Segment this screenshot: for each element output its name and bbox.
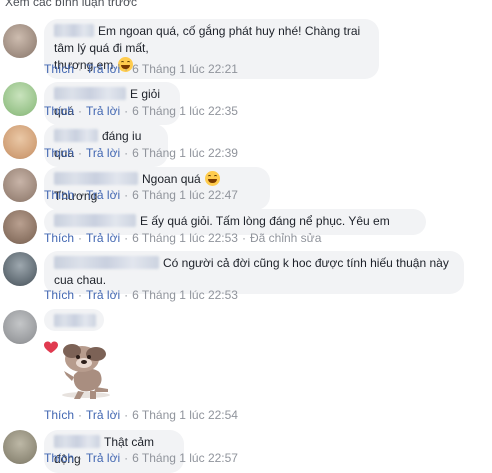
puppy-sticker[interactable] xyxy=(44,337,124,407)
like-button[interactable]: Thích xyxy=(44,188,74,202)
timestamp[interactable]: 6 Tháng 1 lúc 22:57 xyxy=(132,451,238,465)
timestamp[interactable]: 6 Tháng 1 lúc 22:35 xyxy=(132,104,238,118)
commenter-name[interactable] xyxy=(54,87,126,100)
reply-button[interactable]: Trả lời xyxy=(86,231,120,245)
comment-text-line2: cua chau. xyxy=(54,273,107,287)
comment-actions: Thích · Trả lời · 6 Tháng 1 lúc 22:21 xyxy=(44,62,238,76)
comment-text: Em ngoan quá, cố gắng phát huy nhé! Chàn… xyxy=(54,24,361,55)
grinning-face-icon xyxy=(205,171,221,186)
reply-button[interactable]: Trả lời xyxy=(86,146,120,160)
commenter-name[interactable] xyxy=(54,24,94,37)
like-button[interactable]: Thích xyxy=(44,146,74,160)
reply-button[interactable]: Trả lời xyxy=(86,62,120,76)
reply-button[interactable]: Trả lời xyxy=(86,188,120,202)
comment-actions: Thích · Trả lời · 6 Tháng 1 lúc 22:57 xyxy=(44,451,238,465)
comment-text: Có người cả đời cũng k hoc được tính hiế… xyxy=(163,256,449,270)
timestamp[interactable]: 6 Tháng 1 lúc 22:53 xyxy=(132,231,238,245)
timestamp[interactable]: 6 Tháng 1 lúc 22:21 xyxy=(132,62,238,76)
avatar[interactable] xyxy=(3,82,37,116)
commenter-name[interactable] xyxy=(54,256,159,269)
comment-actions: Thích · Trả lời · 6 Tháng 1 lúc 22:54 xyxy=(44,408,238,422)
commenter-name[interactable] xyxy=(54,314,96,327)
edited-label[interactable]: Đã chỉnh sửa xyxy=(250,231,321,245)
reply-button[interactable]: Trả lời xyxy=(86,104,120,118)
avatar[interactable] xyxy=(3,125,37,159)
avatar[interactable] xyxy=(3,252,37,286)
avatar[interactable] xyxy=(3,24,37,58)
reply-button[interactable]: Trả lời xyxy=(86,451,120,465)
avatar[interactable] xyxy=(3,210,37,244)
like-button[interactable]: Thích xyxy=(44,231,74,245)
like-button[interactable]: Thích xyxy=(44,408,74,422)
timestamp[interactable]: 6 Tháng 1 lúc 22:47 xyxy=(132,188,238,202)
comment-text: Ngoan quá xyxy=(142,172,201,186)
comment-actions: Thích · Trả lời · 6 Tháng 1 lúc 22:47 xyxy=(44,188,238,202)
avatar[interactable] xyxy=(3,310,37,344)
comment-actions: Thích · Trả lời · 6 Tháng 1 lúc 22:53 · Đã chỉ… xyxy=(44,231,322,245)
like-button[interactable]: Thích xyxy=(44,104,74,118)
comment-actions: Thích · Trả lời · 6 Tháng 1 lúc 22:53 xyxy=(44,288,238,302)
like-button[interactable]: Thích xyxy=(44,288,74,302)
timestamp[interactable]: 6 Tháng 1 lúc 22:39 xyxy=(132,146,238,160)
comment-actions: Thích · Trả lời · 6 Tháng 1 lúc 22:35 xyxy=(44,104,238,118)
commenter-name[interactable] xyxy=(54,214,136,227)
timestamp[interactable]: 6 Tháng 1 lúc 22:54 xyxy=(132,408,238,422)
reply-button[interactable]: Trả lời xyxy=(86,288,120,302)
avatar[interactable] xyxy=(3,430,37,464)
like-button[interactable]: Thích xyxy=(44,451,74,465)
comment-text: E ấy quá giỏi. Tấm lòng đáng nể phục. Yê… xyxy=(140,214,390,228)
view-previous-comments-link[interactable]: Xem các bình luận trước xyxy=(5,0,137,9)
avatar[interactable] xyxy=(3,168,37,202)
timestamp[interactable]: 6 Tháng 1 lúc 22:53 xyxy=(132,288,238,302)
comment-actions: Thích · Trả lời · 6 Tháng 1 lúc 22:39 xyxy=(44,146,238,160)
commenter-name[interactable] xyxy=(54,435,100,448)
reply-button[interactable]: Trả lời xyxy=(86,408,120,422)
like-button[interactable]: Thích xyxy=(44,62,74,76)
commenter-name[interactable] xyxy=(54,129,98,142)
heart-icon xyxy=(44,341,58,353)
commenter-name[interactable] xyxy=(54,172,138,185)
commenter-name-pill xyxy=(44,309,104,331)
